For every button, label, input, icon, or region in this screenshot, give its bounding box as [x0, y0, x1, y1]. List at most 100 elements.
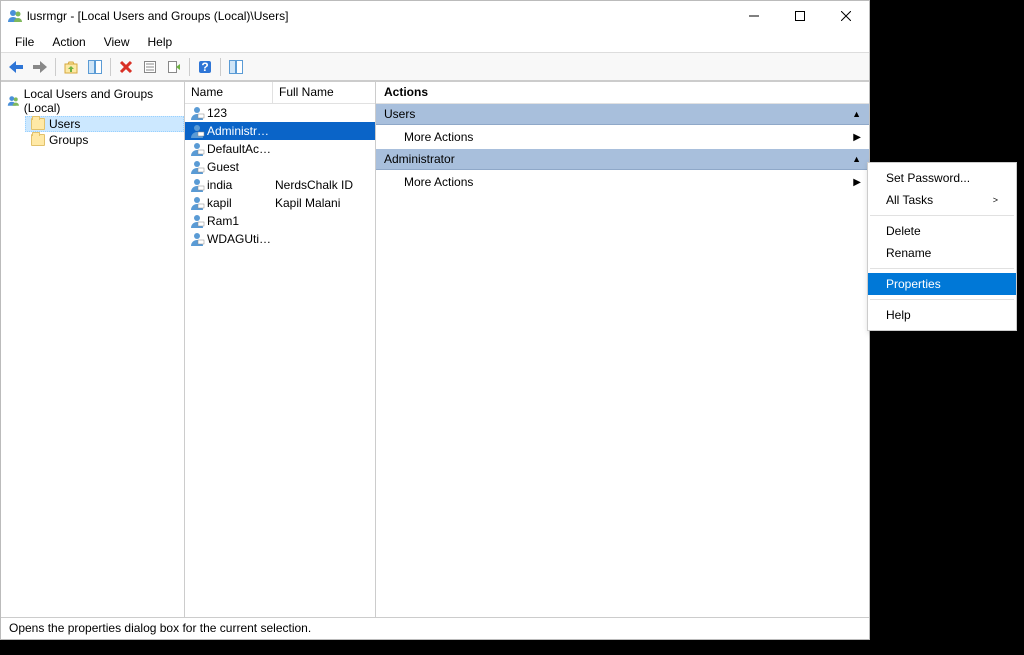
list-row[interactable]: WDAGUtility... [185, 230, 375, 248]
user-icon [189, 195, 205, 211]
menu-file[interactable]: File [7, 33, 42, 51]
list-header: Name Full Name [185, 82, 375, 104]
delete-button[interactable] [115, 56, 137, 78]
properties-button[interactable] [139, 56, 161, 78]
maximize-button[interactable] [777, 1, 823, 31]
context-menu-item[interactable]: Rename [868, 242, 1016, 264]
list-row[interactable]: Ram1 [185, 212, 375, 230]
list-row[interactable]: kapilKapil Malani [185, 194, 375, 212]
user-icon [189, 141, 205, 157]
toolbar-separator [220, 58, 221, 76]
action-section-label: Administrator [384, 152, 455, 166]
refresh-button[interactable] [225, 56, 247, 78]
action-item-label: More Actions [404, 130, 473, 144]
collapse-icon: ▲ [852, 154, 861, 164]
row-name: Administrator [207, 124, 273, 138]
actions-pane: Actions Users▲ More Actions ▶ Administrator… [376, 82, 869, 617]
context-menu-label: Set Password... [886, 171, 970, 185]
row-name: kapil [207, 196, 273, 210]
row-fullname: Kapil Malani [273, 196, 375, 210]
action-item[interactable]: More Actions ▶ [376, 170, 869, 194]
tree-label: Groups [49, 133, 88, 147]
row-name: Ram1 [207, 214, 273, 228]
folder-icon [31, 134, 45, 146]
toolbar-separator [55, 58, 56, 76]
row-name: DefaultAcco... [207, 142, 273, 156]
context-menu[interactable]: Set Password... All Tasks > Delete Rename Pro… [867, 162, 1017, 331]
context-menu-item[interactable]: Set Password... [868, 167, 1016, 189]
export-button[interactable] [163, 56, 185, 78]
list-row[interactable]: Administrator [185, 122, 375, 140]
close-button[interactable] [823, 1, 869, 31]
context-menu-label: Help [886, 308, 911, 322]
context-menu-separator [870, 299, 1014, 300]
action-item-label: More Actions [404, 175, 473, 189]
svg-text:?: ? [201, 60, 208, 74]
context-menu-item[interactable]: Delete [868, 220, 1016, 242]
forward-button[interactable] [29, 56, 51, 78]
help-button[interactable]: ? [194, 56, 216, 78]
row-name: 123 [207, 106, 273, 120]
row-fullname: NerdsChalk ID [273, 178, 375, 192]
submenu-arrow-icon: ▶ [853, 132, 861, 143]
context-menu-label: Delete [886, 224, 921, 238]
titlebar: lusrmgr - [Local Users and Groups (Local… [1, 1, 869, 31]
column-fullname[interactable]: Full Name [273, 82, 375, 103]
row-name: india [207, 178, 273, 192]
user-icon [189, 123, 205, 139]
tree-item-groups[interactable]: Groups [25, 132, 184, 148]
tree-item-users[interactable]: Users [25, 116, 184, 132]
column-name[interactable]: Name [185, 82, 273, 103]
context-menu-item[interactable]: Properties [868, 273, 1016, 295]
context-menu-label: Rename [886, 246, 931, 260]
menu-action[interactable]: Action [44, 33, 93, 51]
toolbar-separator [110, 58, 111, 76]
row-name: Guest [207, 160, 273, 174]
content-area: Local Users and Groups (Local) Users Gro… [1, 81, 869, 617]
action-section-header[interactable]: Users▲ [376, 104, 869, 125]
user-icon [189, 213, 205, 229]
statusbar: Opens the properties dialog box for the … [1, 617, 869, 639]
collapse-icon: ▲ [852, 109, 861, 119]
menu-help[interactable]: Help [140, 33, 181, 51]
mmc-window: lusrmgr - [Local Users and Groups (Local… [0, 0, 870, 640]
context-menu-label: Properties [886, 277, 941, 291]
toolbar-separator [189, 58, 190, 76]
app-icon [7, 8, 23, 24]
show-hide-button[interactable] [84, 56, 106, 78]
context-menu-separator [870, 268, 1014, 269]
row-name: WDAGUtility... [207, 232, 273, 246]
users-groups-icon [7, 94, 20, 108]
user-icon [189, 159, 205, 175]
toolbar: ? [1, 53, 869, 81]
up-button[interactable] [60, 56, 82, 78]
context-menu-separator [870, 215, 1014, 216]
tree-children: Users Groups [25, 116, 184, 148]
action-item[interactable]: More Actions ▶ [376, 125, 869, 149]
menu-view[interactable]: View [96, 33, 138, 51]
list-row[interactable]: Guest [185, 158, 375, 176]
context-menu-item[interactable]: Help [868, 304, 1016, 326]
list-body[interactable]: 123 Administrator DefaultAcco... Guest india… [185, 104, 375, 617]
list-pane: Name Full Name 123 Administrator DefaultAc… [185, 82, 376, 617]
context-menu-label: All Tasks [886, 193, 933, 207]
folder-icon [31, 118, 45, 130]
user-icon [189, 177, 205, 193]
minimize-button[interactable] [731, 1, 777, 31]
tree-label: Users [49, 117, 80, 131]
action-section-header[interactable]: Administrator ▲ [376, 149, 869, 170]
list-row[interactable]: 123 [185, 104, 375, 122]
list-row[interactable]: indiaNerdsChalk ID [185, 176, 375, 194]
back-button[interactable] [5, 56, 27, 78]
submenu-arrow-icon: ▶ [853, 177, 861, 188]
submenu-arrow-icon: > [993, 195, 998, 205]
user-icon [189, 231, 205, 247]
window-title: lusrmgr - [Local Users and Groups (Local… [27, 9, 731, 23]
list-row[interactable]: DefaultAcco... [185, 140, 375, 158]
context-menu-item[interactable]: All Tasks > [868, 189, 1016, 211]
tree-pane[interactable]: Local Users and Groups (Local) Users Gro… [1, 82, 185, 617]
tree-root[interactable]: Local Users and Groups (Local) [1, 86, 184, 116]
actions-title: Actions [376, 82, 869, 104]
actions-body: Users▲ More Actions ▶ Administrator ▲ More Ac… [376, 104, 869, 194]
menubar: File Action View Help [1, 31, 869, 53]
